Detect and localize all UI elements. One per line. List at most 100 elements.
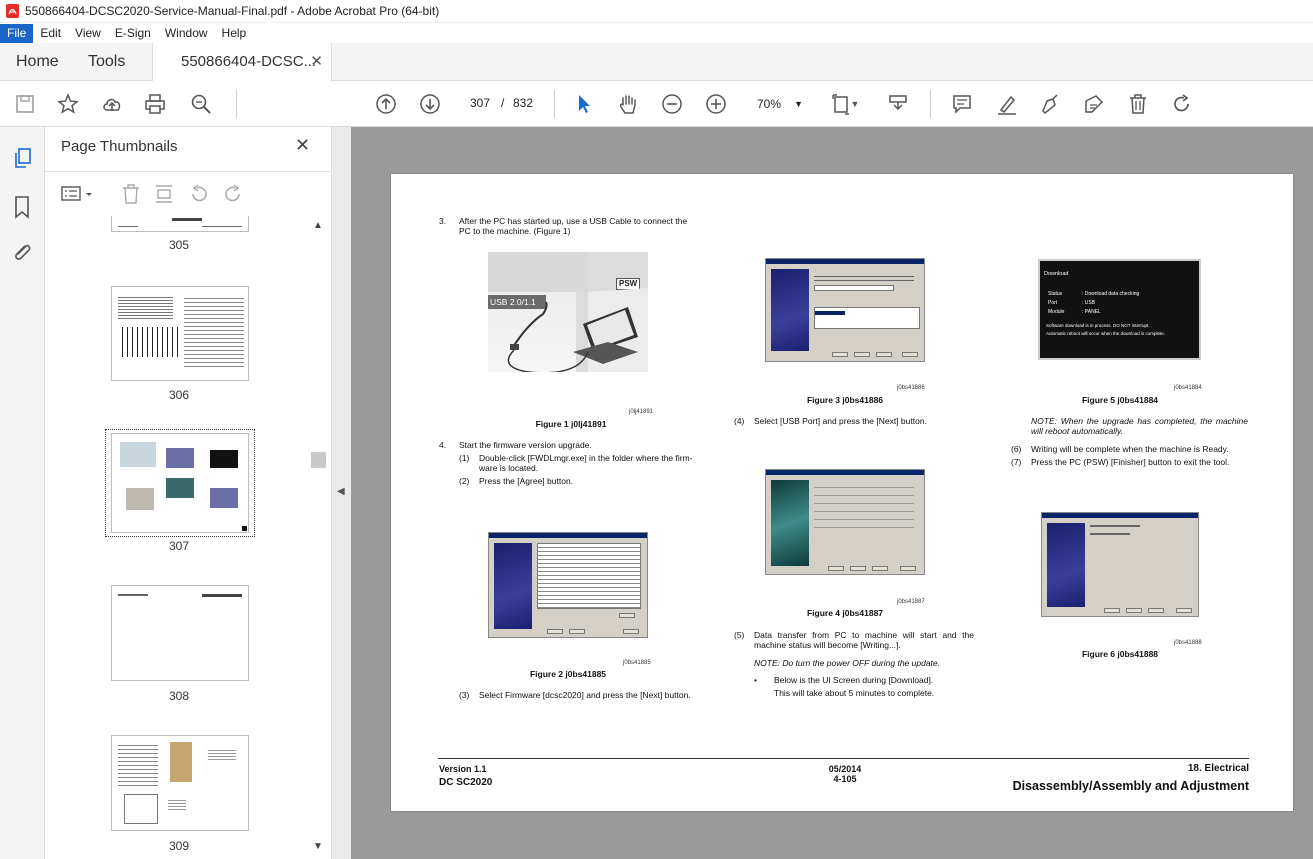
page-thumbnail-305[interactable] <box>111 216 249 232</box>
figure-id: j0bs41886 <box>897 385 925 391</box>
substep-number: (3) <box>459 690 470 700</box>
chevron-down-icon[interactable]: ▼ <box>848 92 862 116</box>
step-number: 3. <box>439 216 447 226</box>
substep-number: (7) <box>1011 457 1022 467</box>
comment-icon[interactable] <box>950 92 974 116</box>
footer-version: Version 1.1 <box>439 764 487 774</box>
figure-id: j0bs41884 <box>1174 385 1202 391</box>
tab-tools[interactable]: Tools <box>88 43 125 81</box>
zoom-search-icon[interactable] <box>189 92 213 116</box>
zoom-dropdown[interactable]: 70% ▼ <box>748 91 810 115</box>
pdf-page: 3. After the PC has started up, use a US… <box>391 174 1293 811</box>
page-thumbnail-307[interactable] <box>111 433 249 533</box>
tab-home[interactable]: Home <box>16 43 59 81</box>
scrollbar-thumb[interactable] <box>311 452 326 468</box>
fig5-status-value: : Download data checking <box>1082 291 1140 297</box>
tab-document-label: 550866404-DCSC... <box>181 53 317 70</box>
delete-page-icon[interactable] <box>121 183 141 210</box>
zoom-out-icon[interactable] <box>660 92 684 116</box>
fig5-module-label: Module <box>1048 309 1065 315</box>
note-text: NOTE: Do turn the power OFF during the u… <box>754 658 940 668</box>
rotate-left-icon[interactable] <box>188 183 210 210</box>
bookmark-icon[interactable] <box>12 195 32 224</box>
toolbar-divider <box>554 90 555 118</box>
footer-date: 05/2014 <box>828 764 862 774</box>
next-page-icon[interactable] <box>418 92 442 116</box>
tab-bar: Home Tools 550866404-DCSC... ✕ <box>0 43 1313 82</box>
star-icon[interactable] <box>56 92 80 116</box>
figure-id: j0bs41887 <box>897 599 925 605</box>
figure-caption: Figure 3 j0bs41886 <box>806 395 884 405</box>
scroll-down-icon[interactable]: ▼ <box>313 841 323 852</box>
select-cursor-icon[interactable] <box>572 92 596 116</box>
fig5-title: Download <box>1044 271 1069 277</box>
figure-caption: Figure 6 j0bs41888 <box>1081 649 1159 659</box>
draw-pen-icon[interactable] <box>1038 92 1062 116</box>
page-total: 832 <box>513 96 534 110</box>
previous-page-icon[interactable] <box>374 92 398 116</box>
chevron-down-icon: ▼ <box>794 99 803 109</box>
fill-sign-icon[interactable] <box>1082 92 1106 116</box>
menu-window[interactable]: Window <box>158 24 215 43</box>
rotate-right-icon[interactable] <box>222 183 244 210</box>
delete-icon[interactable] <box>1126 92 1150 116</box>
figure-2-screenshot <box>488 532 648 638</box>
save-icon[interactable] <box>13 92 37 116</box>
upload-cloud-icon[interactable] <box>100 92 124 116</box>
figure-id: j0bs41888 <box>1174 640 1202 646</box>
thumbnail-label-307: 307 <box>168 539 190 553</box>
page-thumbnail-308[interactable] <box>111 585 249 681</box>
figure-1-photo: USB 2.0/1.1 PSW <box>488 252 648 372</box>
figure-5-screenshot: Download Status : Download data checking… <box>1038 259 1201 360</box>
zoom-value: 70% <box>757 97 782 111</box>
toolbar: 307 / 832 70% ▼ ▼ <box>0 81 1313 127</box>
title-bar: 550866404-DCSC2020-Service-Manual-Final.… <box>0 0 1313 23</box>
page-number-input[interactable]: 307 <box>462 91 498 115</box>
footer-page: 4-105 <box>833 774 857 784</box>
step-text: Start the firmware version upgrade. <box>459 440 592 450</box>
page-thumbnail-309[interactable] <box>111 735 249 831</box>
acrobat-icon <box>6 4 19 18</box>
menu-view[interactable]: View <box>68 24 108 43</box>
menu-esign[interactable]: E-Sign <box>108 24 158 43</box>
page-thumbnail-306[interactable] <box>111 286 249 381</box>
close-icon[interactable]: ✕ <box>295 135 310 156</box>
figure-caption: Figure 4 j0bs41887 <box>806 608 884 618</box>
zoom-in-icon[interactable] <box>704 92 728 116</box>
thumbnails-scrollbar[interactable]: ▲ ▼ <box>310 215 327 859</box>
substep-text: Select [USB Port] and press the [Next] b… <box>754 416 927 426</box>
page-thumbnails-icon[interactable] <box>12 147 34 174</box>
fig5-port-label: Port <box>1048 300 1058 306</box>
substep-number: (6) <box>1011 444 1022 454</box>
menu-edit[interactable]: Edit <box>33 24 68 43</box>
highlight-pen-icon[interactable] <box>995 92 1019 116</box>
collapse-arrow-icon[interactable]: ◀ <box>337 486 345 497</box>
menu-help[interactable]: Help <box>215 24 254 43</box>
panel-collapse-strip[interactable]: ◀ <box>332 127 351 859</box>
tab-document[interactable]: 550866404-DCSC... ✕ <box>152 43 332 82</box>
insert-page-icon[interactable] <box>154 183 174 210</box>
fig5-module-value: : PANEL <box>1082 309 1101 315</box>
options-menu-icon[interactable] <box>61 184 95 209</box>
figure-6-screenshot <box>1041 512 1199 617</box>
substep-text: machine status will become [Writing...]. <box>754 640 901 650</box>
step-number: 4. <box>439 440 447 450</box>
attachment-icon[interactable] <box>11 240 33 269</box>
hand-tool-icon[interactable] <box>616 92 640 116</box>
scroll-up-icon[interactable]: ▲ <box>313 220 323 231</box>
navigation-rail <box>0 127 45 859</box>
scroll-mode-icon[interactable] <box>886 92 910 116</box>
figure-id: j0lj41891 <box>629 409 654 415</box>
menu-file[interactable]: File <box>0 23 34 43</box>
figure-id: j0bs41885 <box>623 660 651 666</box>
page-thumbnails-panel: Page Thumbnails ✕ 305 306 307 308 309 ▲ … <box>45 127 332 859</box>
figure-4-screenshot <box>765 469 925 575</box>
bullet-text: This will take about 5 minutes to comple… <box>774 688 935 698</box>
panel-toolbar <box>45 171 332 215</box>
print-icon[interactable] <box>143 92 167 116</box>
close-tab-icon[interactable]: ✕ <box>310 43 323 81</box>
redo-icon[interactable] <box>1170 92 1194 116</box>
menu-bar: File Edit View E-Sign Window Help <box>0 23 1313 43</box>
thumbnail-label-306: 306 <box>168 388 190 402</box>
fig5-message: Automatic reboot will occur when the dow… <box>1046 331 1166 336</box>
